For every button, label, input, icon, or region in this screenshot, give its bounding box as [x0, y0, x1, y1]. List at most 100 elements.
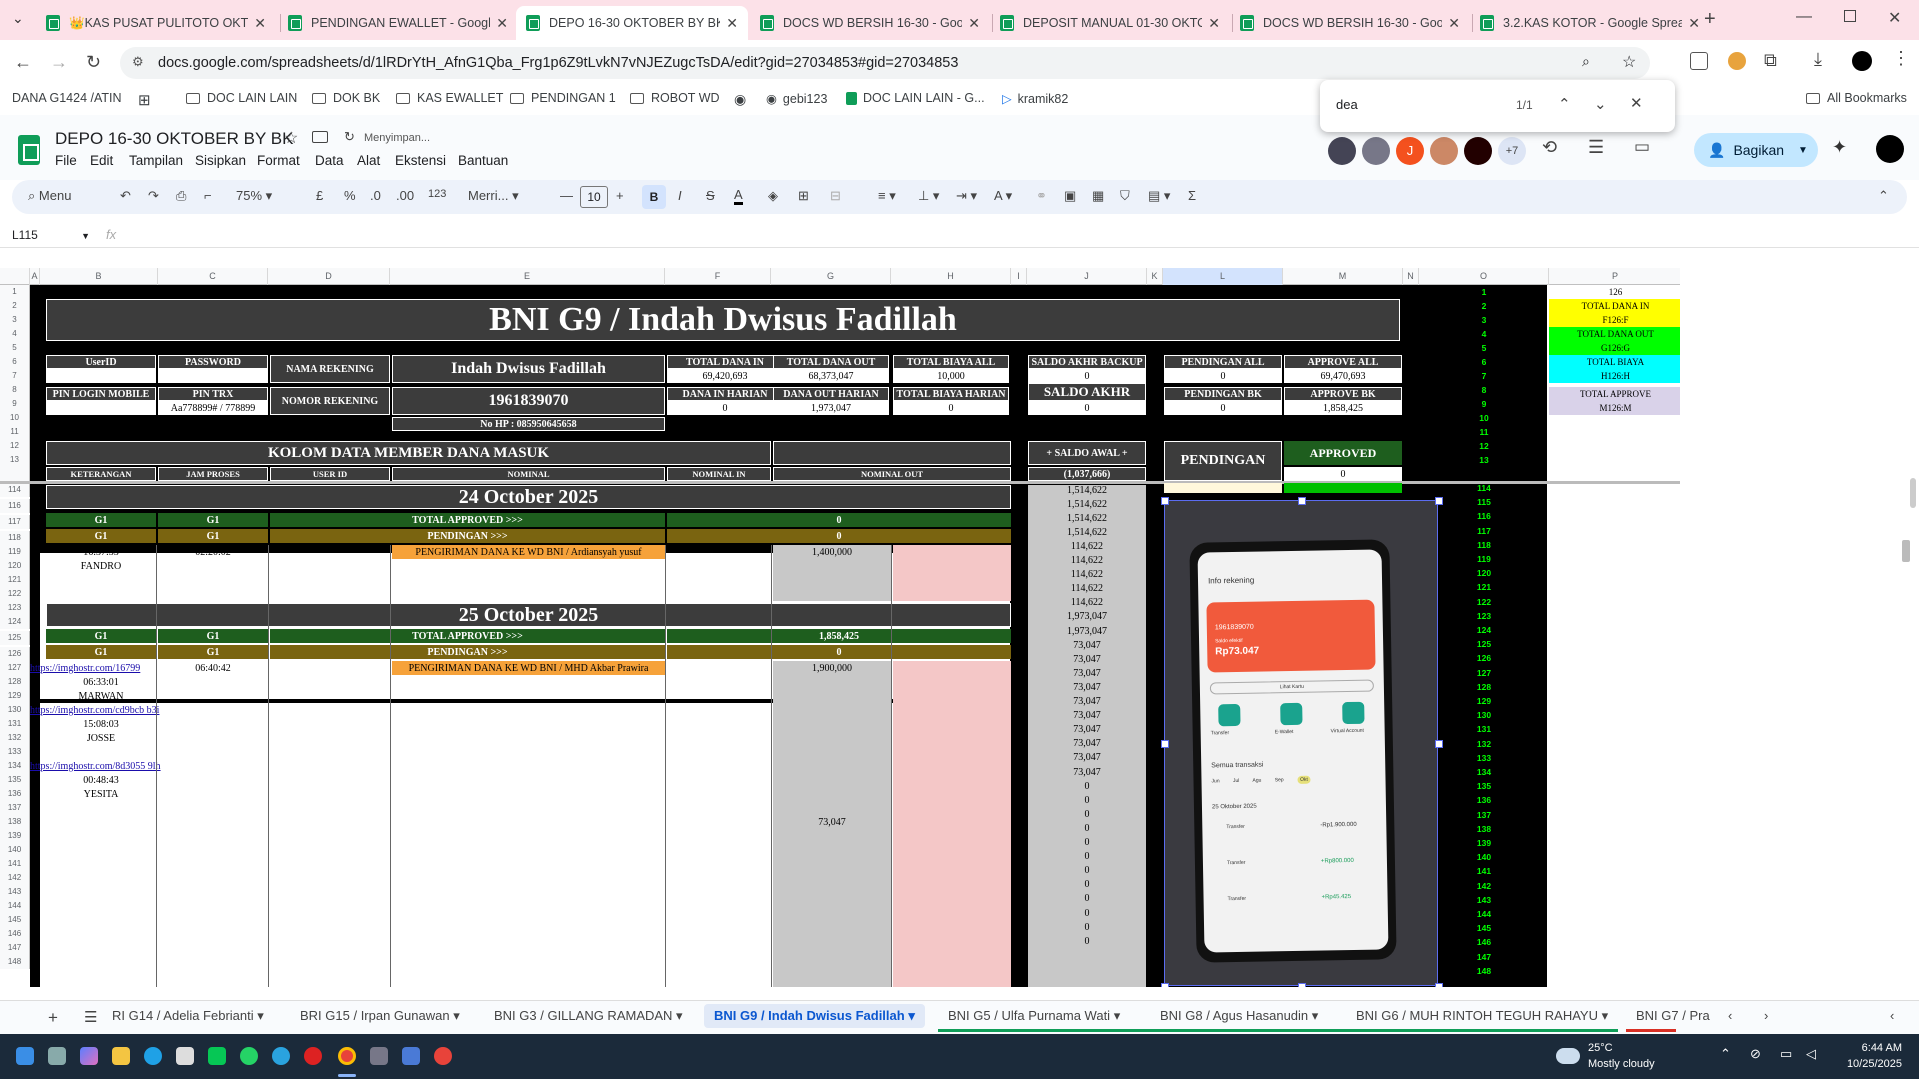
edge-icon[interactable]	[144, 1047, 162, 1065]
approve-all-value[interactable]: 69,470,693	[1284, 369, 1402, 383]
scroll-tabs-right-icon[interactable]: ›	[1764, 1008, 1768, 1023]
row-header[interactable]: 7	[0, 369, 30, 383]
percent-button[interactable]: %	[344, 188, 356, 203]
kolom-data-title[interactable]: KOLOM DATA MEMBER DANA MASUK	[46, 441, 771, 465]
row-header[interactable]: 2	[0, 299, 30, 313]
pendingan-label[interactable]: PENDINGAN >>>	[270, 645, 665, 659]
col-nin-header[interactable]: NOMINAL IN	[667, 467, 771, 481]
wrap-icon[interactable]: ⇥ ▾	[956, 188, 977, 204]
col-ket-header[interactable]: KETERANGAN	[46, 467, 156, 481]
row-header[interactable]: 123	[0, 601, 30, 615]
nominal-out-cell[interactable]: 1,400,000	[773, 545, 891, 559]
saldo-cell[interactable]: 73,047	[1028, 638, 1146, 652]
saldo-cell[interactable]: 114,622	[1028, 568, 1146, 582]
all-bookmarks[interactable]: All Bookmarks	[1806, 91, 1907, 105]
total-biaya-header[interactable]: TOTAL BIAYA ALL	[893, 355, 1009, 369]
summary-cell[interactable]: M126:M	[1549, 401, 1680, 415]
redo-icon[interactable]: ↷	[148, 188, 159, 204]
extensions-icon[interactable]: ⧉	[1764, 50, 1777, 71]
find-prev-icon[interactable]: ⌃	[1558, 95, 1571, 113]
name-cell[interactable]: FANDRO	[46, 559, 156, 573]
saldo-cell[interactable]: 0	[1028, 779, 1146, 793]
row-header[interactable]: 116	[0, 499, 30, 513]
saldo-cell[interactable]: 0	[1028, 878, 1146, 892]
row-header[interactable]: 135	[0, 773, 30, 787]
display-icon[interactable]: ▭	[1780, 1046, 1792, 1062]
summary-cell[interactable]: TOTAL APPROVE	[1549, 387, 1680, 401]
group-label[interactable]: G1	[46, 645, 156, 659]
close-icon[interactable]: ✕	[726, 15, 738, 32]
scroll-tabs-left-icon[interactable]: ‹	[1728, 1008, 1732, 1023]
collaborator-avatar[interactable]	[1362, 137, 1390, 165]
approve-bk-header[interactable]: APPROVE BK	[1284, 387, 1402, 401]
side-panel-icon[interactable]: ‹	[1890, 1008, 1894, 1023]
row-header[interactable]: 122	[0, 587, 30, 601]
summary-cell[interactable]: 126	[1549, 285, 1680, 299]
saldo-cell[interactable]: 73,047	[1028, 680, 1146, 694]
row-header[interactable]: 119	[0, 545, 30, 559]
image-link[interactable]: https://imghostr.com/16799	[30, 661, 158, 675]
find-icon[interactable]: ⌕	[1582, 53, 1590, 70]
row-header[interactable]: 114	[0, 483, 30, 497]
file-explorer-icon[interactable]	[112, 1047, 130, 1065]
app-icon[interactable]	[402, 1047, 420, 1065]
jam-cell[interactable]: 02:20:02	[158, 545, 268, 559]
pendingan-all-header[interactable]: PENDINGAN ALL	[1164, 355, 1282, 369]
close-icon[interactable]: ✕	[1448, 15, 1460, 32]
resize-handle[interactable]	[1435, 983, 1443, 987]
saldo-cell[interactable]: 0	[1028, 920, 1146, 934]
valign-icon[interactable]: ⊥ ▾	[918, 188, 939, 204]
comments-icon[interactable]: ☰	[1588, 137, 1604, 158]
spreadsheet-grid[interactable]: 1 2 3 4 5 6 7 8 9 10 11 12 13 114 116 117 118 119 120 121 12…	[0, 285, 1680, 987]
link-icon[interactable]: ⚭	[1036, 188, 1047, 204]
in-harian-header[interactable]: DANA IN HARIAN	[667, 387, 783, 401]
sheet-tab[interactable]: BRI G15 / Irpan Gunawan ▾	[300, 1008, 460, 1024]
strikethrough-button[interactable]: S	[706, 188, 715, 203]
minimize-button[interactable]: —	[1796, 8, 1812, 26]
row-header[interactable]: 132	[0, 731, 30, 745]
pendingan-value[interactable]: 0	[667, 645, 1011, 659]
column-header[interactable]: F	[665, 268, 771, 285]
row-header[interactable]: 143	[0, 885, 30, 899]
row-header[interactable]: 118	[0, 531, 30, 545]
saldo-cell[interactable]: 1,973,047	[1028, 624, 1146, 638]
row-header[interactable]: 142	[0, 871, 30, 885]
sheet-title[interactable]: BNI G9 / Indah Dwisus Fadillah	[46, 299, 1400, 341]
saldo-cell[interactable]: 1,973,047	[1028, 610, 1146, 624]
decrease-decimal-button[interactable]: .0	[370, 188, 381, 203]
close-icon[interactable]: ✕	[1208, 15, 1220, 32]
menu-tools[interactable]: Alat	[357, 153, 380, 168]
resize-handle[interactable]	[1161, 740, 1169, 748]
summary-cell[interactable]: H126:H	[1549, 369, 1680, 383]
collapse-toolbar-icon[interactable]: ⌃	[1878, 188, 1889, 204]
functions-icon[interactable]: Σ	[1188, 188, 1196, 203]
bookmark-link[interactable]: ◉ gebi123	[766, 91, 827, 107]
summary-cell[interactable]: F126:F	[1549, 313, 1680, 327]
browser-tab-active[interactable]: DEPO 16-30 OKTOBER BY BK - G✕	[516, 6, 748, 40]
download-icon[interactable]: ⤓	[1814, 49, 1822, 70]
column-header[interactable]: J	[1027, 268, 1147, 285]
bold-button[interactable]: B	[642, 185, 666, 209]
align-icon[interactable]: ≡ ▾	[878, 188, 896, 204]
sheet-tab[interactable]: BNI G7 / Pra	[1636, 1008, 1710, 1023]
group-label[interactable]: G1	[158, 513, 268, 527]
saldo-cell[interactable]: 114,622	[1028, 582, 1146, 596]
browser-menu-icon[interactable]: ⋮	[1892, 48, 1910, 69]
opera-icon[interactable]	[304, 1047, 322, 1065]
saldo-cell[interactable]: 73,047	[1028, 751, 1146, 765]
star-icon[interactable]: ☆	[284, 128, 298, 148]
menu-view[interactable]: Tampilan	[129, 153, 183, 168]
saldo-cell[interactable]: 114,622	[1028, 554, 1146, 568]
sheet-tab[interactable]: BNI G3 / GILLANG RAMADAN ▾	[494, 1008, 683, 1024]
merge-icon[interactable]: ⊟	[830, 188, 841, 204]
sheet-tab[interactable]: RI G14 / Adelia Febrianti ▾	[112, 1008, 264, 1024]
add-sheet-button[interactable]: +	[48, 1008, 58, 1028]
column-header[interactable]: P	[1549, 268, 1682, 285]
bookmark-folder[interactable]: DOK BK	[312, 91, 380, 105]
pin-trx-value[interactable]: Aa778899# / 778899	[158, 401, 268, 415]
saldo-akhr-value[interactable]: 0	[1028, 401, 1146, 415]
saldo-cell[interactable]: 73,047	[1028, 652, 1146, 666]
resize-handle[interactable]	[1435, 740, 1443, 748]
move-folder-icon[interactable]	[312, 131, 328, 143]
approve-bk-value[interactable]: 1,858,425	[1284, 401, 1402, 415]
